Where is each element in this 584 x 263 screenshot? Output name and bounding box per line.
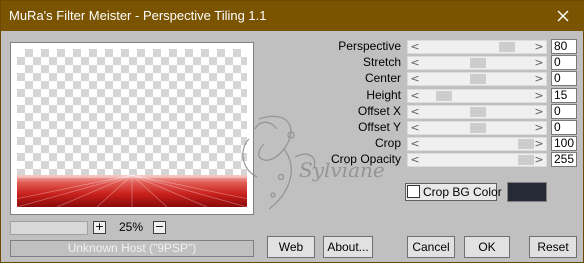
- slider-thumb[interactable]: [470, 74, 486, 84]
- offset-x-slider[interactable]: < >: [407, 105, 547, 119]
- offset-y-slider[interactable]: < >: [407, 121, 547, 135]
- slider-left-arrow-icon[interactable]: <: [408, 122, 422, 134]
- perspective-slider[interactable]: < >: [407, 40, 547, 54]
- center-slider[interactable]: < >: [407, 72, 547, 86]
- slider-left-arrow-icon[interactable]: <: [408, 138, 422, 150]
- offset-x-label: Offset X: [357, 104, 401, 118]
- crop-opacity-label: Crop Opacity: [330, 152, 401, 166]
- slider-right-arrow-icon[interactable]: >: [532, 90, 546, 102]
- web-button[interactable]: Web: [267, 236, 315, 258]
- slider-right-arrow-icon[interactable]: >: [532, 154, 546, 166]
- filter-window: MuRa's Filter Meister - Perspective Tili…: [0, 0, 584, 263]
- red-floor-render: [17, 174, 247, 207]
- slider-left-arrow-icon[interactable]: <: [408, 73, 422, 85]
- preview-image[interactable]: [17, 49, 247, 207]
- slider-right-arrow-icon[interactable]: >: [532, 57, 546, 69]
- stretch-slider[interactable]: < >: [407, 56, 547, 70]
- offset-x-value-field[interactable]: 0: [551, 104, 577, 119]
- stretch-value-field[interactable]: 0: [551, 55, 577, 70]
- slider-right-arrow-icon[interactable]: >: [532, 73, 546, 85]
- close-icon: [557, 10, 569, 22]
- stretch-label: Stretch: [362, 55, 401, 69]
- crop-bg-color-checkbox[interactable]: [407, 185, 420, 198]
- title-bar[interactable]: MuRa's Filter Meister - Perspective Tili…: [1, 1, 584, 31]
- crop-opacity-slider[interactable]: < >: [407, 153, 547, 167]
- crop-opacity-value-field[interactable]: 255: [551, 152, 577, 167]
- crop-bg-color-swatch[interactable]: [507, 182, 547, 202]
- crop-label: Crop: [374, 136, 401, 150]
- preview-frame[interactable]: [10, 42, 254, 215]
- offset-y-label: Offset Y: [358, 120, 401, 134]
- slider-right-arrow-icon[interactable]: >: [532, 41, 546, 53]
- center-label: Center: [364, 71, 401, 85]
- perspective-label: Perspective: [338, 39, 401, 53]
- window-title: MuRa's Filter Meister - Perspective Tili…: [9, 8, 267, 23]
- slider-thumb[interactable]: [470, 123, 486, 133]
- zoom-scroll-track[interactable]: [10, 221, 88, 235]
- slider-right-arrow-icon[interactable]: >: [532, 138, 546, 150]
- crop-value-field[interactable]: 100: [551, 136, 577, 151]
- slider-left-arrow-icon[interactable]: <: [408, 154, 422, 166]
- slider-left-arrow-icon[interactable]: <: [408, 41, 422, 53]
- slider-thumb[interactable]: [470, 107, 486, 117]
- center-value-field[interactable]: 0: [551, 71, 577, 86]
- height-value-field[interactable]: 15: [551, 88, 577, 103]
- zoom-level: 25%: [118, 220, 144, 234]
- reset-button[interactable]: Reset: [529, 236, 577, 258]
- zoom-in-button[interactable]: +: [93, 221, 106, 234]
- slider-left-arrow-icon[interactable]: <: [408, 90, 422, 102]
- slider-right-arrow-icon[interactable]: >: [532, 122, 546, 134]
- ok-button[interactable]: OK: [464, 236, 510, 258]
- crop-bg-color-label: Crop BG Color: [423, 185, 502, 199]
- slider-thumb[interactable]: [470, 58, 486, 68]
- crop-slider[interactable]: < >: [407, 137, 547, 151]
- height-slider[interactable]: < >: [407, 89, 547, 103]
- slider-thumb[interactable]: [436, 91, 452, 101]
- close-button[interactable]: [541, 1, 584, 31]
- perspective-value-field[interactable]: 80: [551, 39, 577, 54]
- offset-y-value-field[interactable]: 0: [551, 120, 577, 135]
- slider-right-arrow-icon[interactable]: >: [532, 106, 546, 118]
- host-status: Unknown Host ("9PSP"): [10, 240, 254, 257]
- zoom-out-button[interactable]: −: [153, 221, 166, 234]
- slider-left-arrow-icon[interactable]: <: [408, 57, 422, 69]
- slider-thumb[interactable]: [499, 42, 515, 52]
- cancel-button[interactable]: Cancel: [407, 236, 455, 258]
- about-button[interactable]: About...: [323, 236, 373, 258]
- height-label: Height: [366, 88, 401, 102]
- slider-left-arrow-icon[interactable]: <: [408, 106, 422, 118]
